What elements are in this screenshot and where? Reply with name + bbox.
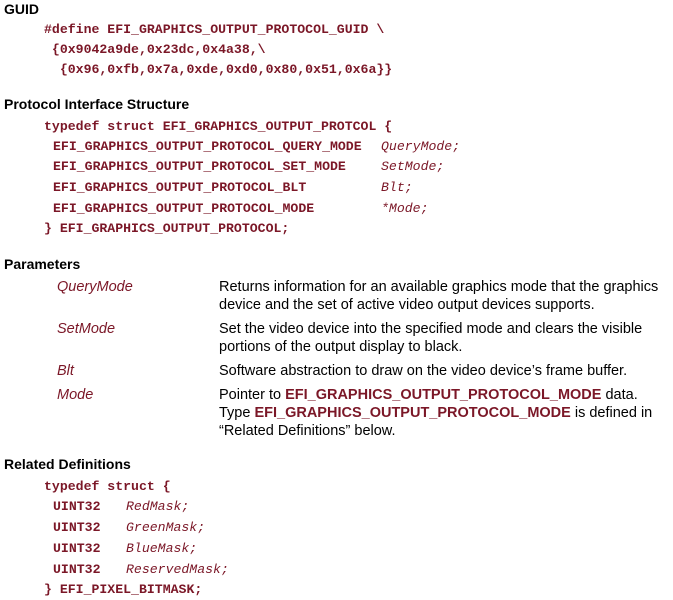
- param-name-mode: Mode: [57, 387, 94, 403]
- protocol-typedef-close: } EFI_GRAPHICS_OUTPUT_PROTOCOL;: [44, 221, 290, 236]
- protocol-member-type: EFI_GRAPHICS_OUTPUT_PROTOCOL_BLT: [53, 180, 307, 195]
- related-member-type: UINT32: [53, 520, 101, 535]
- related-member-name: RedMask;: [126, 497, 189, 517]
- related-typedef-close: } EFI_PIXEL_BITMASK;: [44, 582, 203, 597]
- param-name-querymode: QueryMode: [57, 279, 133, 295]
- protocol-heading: Protocol Interface Structure: [4, 96, 190, 112]
- member-name-text: RedMask;: [126, 499, 190, 514]
- member-name-text: BlueMask;: [126, 541, 198, 556]
- param-desc-mode: Pointer to EFI_GRAPHICS_OUTPUT_PROTOCOL_…: [219, 386, 671, 440]
- guid-heading: GUID: [4, 1, 39, 17]
- related-member-name: ReservedMask;: [126, 560, 229, 580]
- member-name-text: GreenMask;: [126, 520, 206, 535]
- member-name-text: QueryMode;: [381, 139, 461, 154]
- related-member-type: UINT32: [53, 541, 101, 556]
- desc-text: Pointer to: [219, 387, 286, 403]
- member-name-text: Blt;: [381, 180, 413, 195]
- member-name-text: SetMode;: [381, 159, 445, 174]
- parameters-heading: Parameters: [4, 256, 81, 272]
- related-member-type: UINT32: [53, 499, 101, 514]
- related-member-name: BlueMask;: [126, 539, 197, 559]
- protocol-member-name: *Mode;: [381, 199, 428, 219]
- member-name-text: *Mode;: [381, 201, 429, 216]
- param-desc-setmode: Set the video device into the specified …: [219, 321, 643, 355]
- related-heading: Related Definitions: [4, 456, 131, 472]
- param-desc-blt: Software abstraction to draw on the vide…: [219, 363, 628, 379]
- param-name-setmode: SetMode: [57, 321, 116, 337]
- protocol-member-type: EFI_GRAPHICS_OUTPUT_PROTOCOL_SET_MODE: [53, 159, 346, 174]
- type-reference-link: EFI_GRAPHICS_OUTPUT_PROTOCOL_MODE: [285, 387, 602, 403]
- guid-define-line: #define EFI_GRAPHICS_OUTPUT_PROTOCOL_GUI…: [44, 22, 385, 37]
- protocol-member-type: EFI_GRAPHICS_OUTPUT_PROTOCOL_MODE: [53, 201, 315, 216]
- type-reference-link: EFI_GRAPHICS_OUTPUT_PROTOCOL_MODE: [254, 405, 571, 421]
- related-member-name: GreenMask;: [126, 518, 205, 538]
- member-name-text: ReservedMask;: [126, 562, 229, 577]
- related-member-type: UINT32: [53, 562, 101, 577]
- param-desc-querymode: Returns information for an available gra…: [219, 279, 659, 313]
- guid-value-line-1: {0x9042a9de,0x23dc,0x4a38,\: [44, 42, 266, 57]
- protocol-member-name: SetMode;: [381, 157, 444, 177]
- related-typedef-open: typedef struct {: [44, 479, 171, 494]
- protocol-typedef-open: typedef struct EFI_GRAPHICS_OUTPUT_PROTC…: [44, 119, 393, 134]
- protocol-member-name: QueryMode;: [381, 137, 460, 157]
- param-name-blt: Blt: [57, 363, 74, 379]
- protocol-member-name: Blt;: [381, 178, 413, 198]
- protocol-member-type: EFI_GRAPHICS_OUTPUT_PROTOCOL_QUERY_MODE: [53, 139, 362, 154]
- guid-value-line-2: {0x96,0xfb,0x7a,0xde,0xd0,0x80,0x51,0x6a…: [44, 62, 393, 77]
